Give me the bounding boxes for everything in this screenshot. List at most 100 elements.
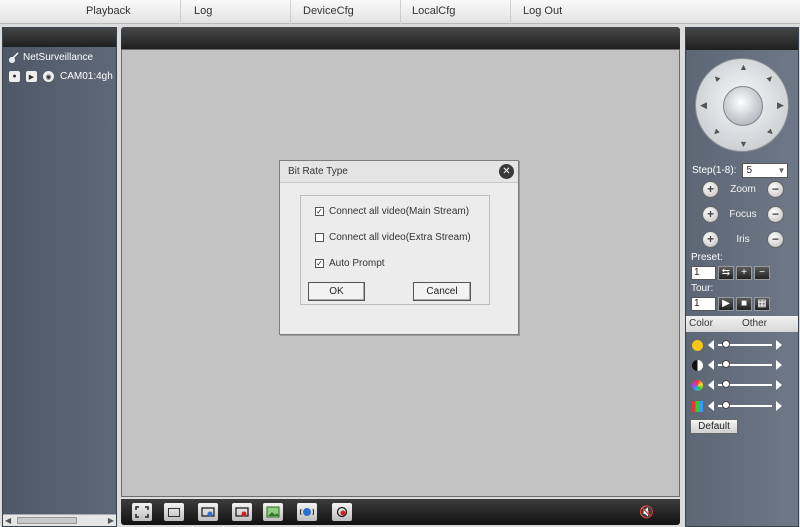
ptz-right-icon[interactable]: ▶ — [777, 100, 784, 111]
brightness-icon — [692, 339, 703, 351]
ptz-header — [686, 28, 798, 50]
nav-logout[interactable]: Log Out — [523, 5, 562, 17]
zoom-out-button[interactable]: − — [767, 180, 784, 198]
slider-track[interactable] — [718, 401, 772, 409]
saturation-slider[interactable] — [692, 379, 792, 391]
nav-localcfg[interactable]: LocalCfg — [412, 5, 455, 17]
nav-log[interactable]: Log — [194, 5, 212, 17]
increase-icon[interactable] — [776, 360, 782, 370]
volume-muted-icon[interactable]: 🔇 — [639, 505, 654, 519]
decrease-icon[interactable] — [708, 340, 714, 350]
main-stream-checkbox[interactable]: ✓ Connect all video(Main Stream) — [315, 206, 469, 217]
step-row: Step(1-8): 5 ▼ — [692, 163, 789, 178]
increase-icon[interactable] — [776, 380, 782, 390]
ok-button[interactable]: OK — [308, 282, 365, 301]
brightness-slider[interactable] — [692, 339, 792, 351]
increase-icon[interactable] — [776, 340, 782, 350]
focus-in-button[interactable]: + — [702, 205, 719, 223]
slider-knob[interactable] — [721, 360, 730, 368]
hue-icon — [692, 400, 703, 412]
color-tabs: Color Other — [686, 316, 798, 332]
slider-knob[interactable] — [721, 380, 730, 388]
ptz-left-icon[interactable]: ◀ — [700, 100, 707, 111]
nav-playback[interactable]: Playback — [86, 5, 131, 17]
decrease-icon[interactable] — [708, 360, 714, 370]
add-preset-icon[interactable]: + — [736, 266, 752, 280]
slider-knob[interactable] — [721, 401, 730, 409]
tour-input[interactable]: 1 — [691, 297, 716, 311]
cancel-button[interactable]: Cancel — [413, 282, 471, 301]
ptz-direction-pad[interactable]: ▲ ▼ ◀ ▶ ▲ ▲ ▼ ▼ — [695, 58, 789, 152]
ptz-up-right-icon[interactable]: ▲ — [764, 71, 777, 84]
step-select[interactable]: 5 ▼ — [742, 163, 789, 178]
iris-close-button[interactable]: − — [767, 230, 784, 248]
increase-icon[interactable] — [776, 401, 782, 411]
tour-row: 1 ▶ ■ ▦ — [691, 297, 770, 311]
iris-label: Iris — [736, 233, 750, 245]
ptz-up-icon[interactable]: ▲ — [739, 62, 748, 72]
video-header-bar — [121, 27, 680, 49]
single-view-icon[interactable] — [164, 503, 184, 521]
scroll-right-icon[interactable]: ▶ — [108, 516, 114, 525]
slider-track[interactable] — [718, 360, 772, 368]
tree-root-item[interactable]: NetSurveillance — [9, 52, 93, 63]
tour-grid-icon[interactable]: ▦ — [754, 297, 770, 311]
ptz-up-left-icon[interactable]: ▲ — [710, 71, 723, 84]
preset-input[interactable]: 1 — [691, 266, 716, 280]
tour-play-icon[interactable]: ▶ — [718, 297, 734, 311]
auto-prompt-checkbox[interactable]: ✓ Auto Prompt — [315, 258, 385, 269]
ptz-down-right-icon[interactable]: ▼ — [764, 125, 777, 138]
slider-knob[interactable] — [721, 340, 730, 348]
step-label: Step(1-8): — [692, 165, 737, 176]
focus-out-button[interactable]: − — [766, 205, 784, 223]
play-icon[interactable]: ▶ — [26, 71, 37, 82]
hue-slider[interactable] — [692, 400, 792, 412]
contrast-slider[interactable] — [692, 359, 792, 371]
nav-separator — [400, 0, 401, 24]
slider-track[interactable] — [718, 380, 772, 388]
camera-icon: ◉ — [43, 71, 54, 82]
goto-preset-icon[interactable]: ⇆ — [718, 266, 734, 280]
zoom-in-button[interactable]: + — [702, 180, 719, 198]
tab-other[interactable]: Other — [742, 318, 767, 329]
checkbox-label: Connect all video(Extra Stream) — [329, 232, 471, 243]
checkbox-box[interactable]: ✓ — [315, 207, 324, 216]
checkbox-box[interactable]: ✓ — [315, 259, 324, 268]
extra-stream-checkbox[interactable]: Connect all video(Extra Stream) — [315, 232, 471, 243]
dialog-title-bar[interactable]: Bit Rate Type ✕ — [280, 161, 518, 183]
fullscreen-icon[interactable] — [132, 503, 152, 521]
iris-open-button[interactable]: + — [702, 230, 719, 248]
playback-record-icon[interactable] — [332, 503, 352, 521]
horizontal-scrollbar[interactable]: ◀ ▶ — [3, 514, 116, 526]
zoom-label: Zoom — [730, 183, 756, 195]
snapshot-icon[interactable] — [198, 503, 218, 521]
remove-preset-icon[interactable]: − — [754, 266, 770, 280]
network-icon — [9, 52, 19, 63]
image-icon[interactable] — [263, 503, 283, 521]
contrast-icon — [692, 359, 703, 371]
ptz-down-icon[interactable]: ▼ — [739, 139, 748, 149]
record-icon[interactable]: ● — [9, 71, 20, 82]
scroll-left-icon[interactable]: ◀ — [5, 516, 11, 525]
device-tree-panel: NetSurveillance ● ▶ ◉ CAM01:4gh ◀ ▶ — [2, 27, 117, 527]
video-toolbar: 🔇 — [121, 499, 680, 525]
tour-label: Tour: — [691, 283, 714, 294]
ptz-down-left-icon[interactable]: ▼ — [710, 125, 723, 138]
tour-stop-icon[interactable]: ■ — [736, 297, 752, 311]
intercom-icon[interactable] — [297, 503, 317, 521]
focus-control: + Focus − — [702, 205, 784, 223]
close-icon[interactable]: ✕ — [499, 164, 514, 179]
tab-color[interactable]: Color — [689, 318, 713, 329]
zoom-control: + Zoom − — [702, 180, 784, 198]
ptz-center-button[interactable] — [723, 86, 763, 126]
decrease-icon[interactable] — [708, 401, 714, 411]
nav-devicecfg[interactable]: DeviceCfg — [303, 5, 354, 17]
decrease-icon[interactable] — [708, 380, 714, 390]
scroll-thumb[interactable] — [17, 517, 77, 524]
record-video-icon[interactable] — [232, 503, 252, 521]
slider-track[interactable] — [718, 340, 772, 348]
preset-label: Preset: — [691, 252, 723, 263]
checkbox-box[interactable] — [315, 233, 324, 242]
default-button[interactable]: Default — [690, 419, 738, 434]
tree-camera-item[interactable]: ● ▶ ◉ CAM01:4gh — [9, 71, 113, 82]
